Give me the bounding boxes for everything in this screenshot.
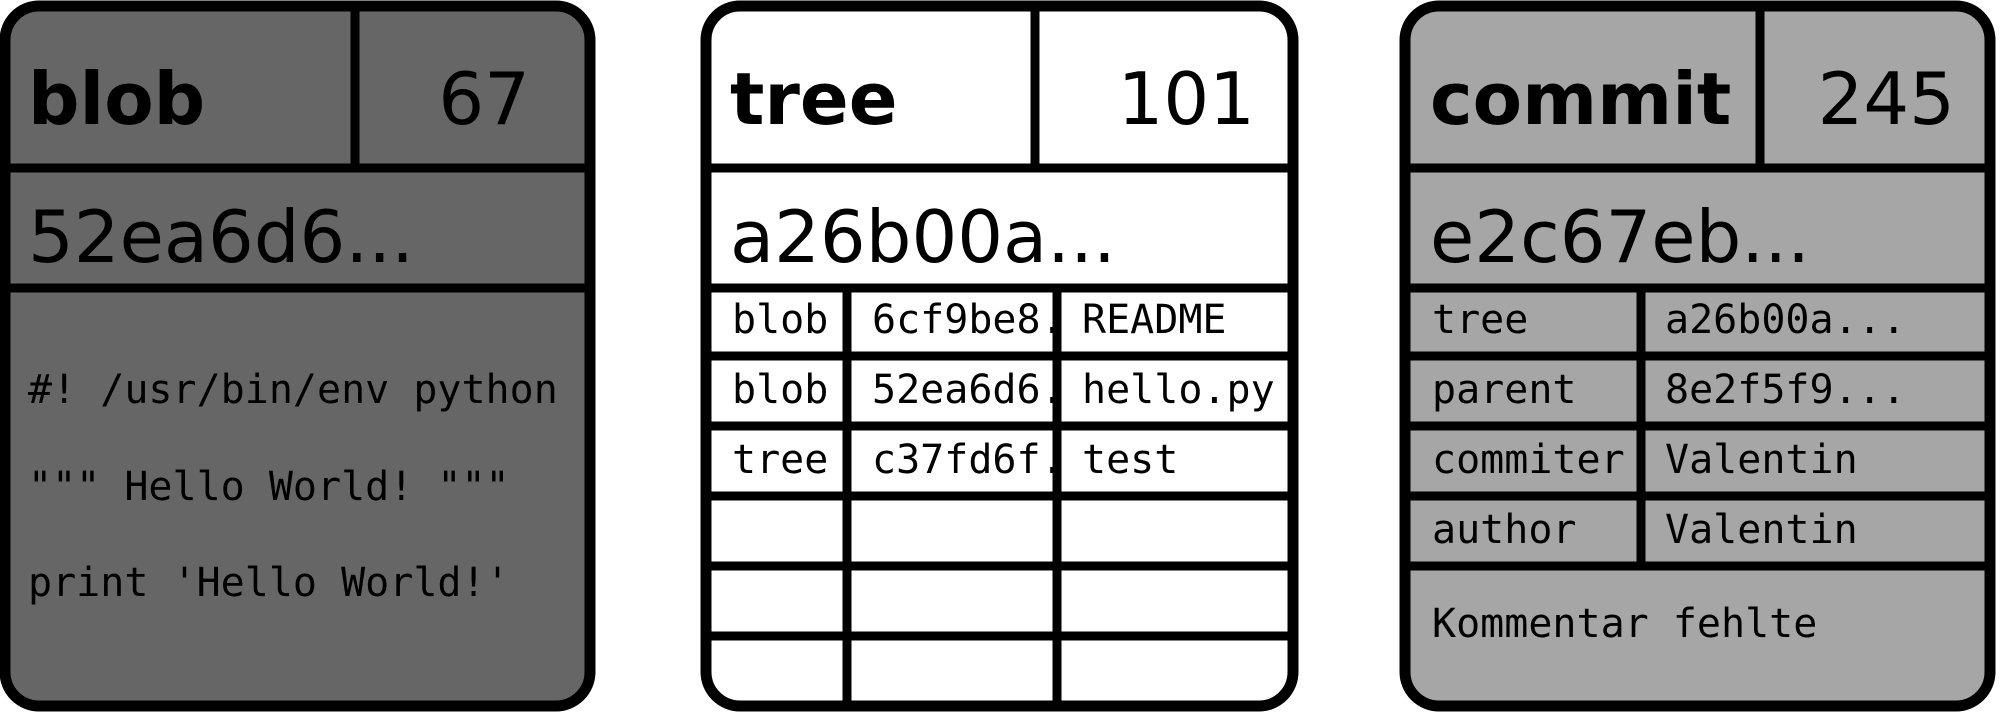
tree-card: tree 101 a26b00a... blob 6cf9be8... READ… bbox=[700, 0, 1299, 712]
commit-field-key: author bbox=[1432, 507, 1577, 553]
tree-size-label: 101 bbox=[1118, 57, 1255, 141]
commit-type-label: commit bbox=[1430, 57, 1731, 141]
git-objects-diagram: blob 67 52ea6d6... #! /usr/bin/env pytho… bbox=[0, 0, 1996, 712]
tree-entry-row: tree c37fd6f... test bbox=[732, 437, 1178, 483]
commit-size-label: 245 bbox=[1818, 57, 1955, 141]
blob-card: blob 67 52ea6d6... #! /usr/bin/env pytho… bbox=[0, 0, 596, 712]
commit-field-key: commiter bbox=[1432, 437, 1625, 483]
blob-type-label: blob bbox=[28, 57, 205, 141]
tree-entry-name: README bbox=[1082, 297, 1227, 343]
commit-field-value: 8e2f5f9... bbox=[1665, 367, 1906, 413]
commit-field-row: parent 8e2f5f9... bbox=[1432, 367, 1906, 413]
blob-hash-label: 52ea6d6... bbox=[28, 195, 414, 279]
tree-entry-name: hello.py bbox=[1082, 367, 1275, 413]
tree-hash-label: a26b00a... bbox=[730, 195, 1116, 279]
tree-entry-row: blob 52ea6d6... hello.py bbox=[732, 367, 1275, 413]
tree-entry-kind: tree bbox=[732, 437, 828, 483]
blob-content-line: print 'Hello World!' bbox=[28, 560, 510, 606]
blob-content-line: """ Hello World! """ bbox=[28, 464, 510, 510]
blob-content-line: #! /usr/bin/env python bbox=[28, 367, 558, 413]
commit-hash-label: e2c67eb... bbox=[1430, 195, 1810, 279]
commit-message: Kommentar fehlte bbox=[1432, 601, 1817, 647]
tree-entry-kind: blob bbox=[732, 367, 828, 413]
tree-entry-kind: blob bbox=[732, 297, 828, 343]
blob-size-label: 67 bbox=[438, 57, 530, 141]
commit-field-value: Valentin bbox=[1665, 507, 1858, 553]
commit-field-row: tree a26b00a... bbox=[1432, 297, 1906, 343]
tree-entry-row: blob 6cf9be8... README bbox=[732, 297, 1227, 343]
commit-field-value: a26b00a... bbox=[1665, 297, 1906, 343]
tree-entry-name: test bbox=[1082, 437, 1178, 483]
commit-field-key: tree bbox=[1432, 297, 1528, 343]
tree-type-label: tree bbox=[730, 57, 898, 141]
commit-card: commit 245 e2c67eb... tree a26b00a... pa… bbox=[1399, 0, 1996, 712]
commit-field-value: Valentin bbox=[1665, 437, 1858, 483]
commit-field-key: parent bbox=[1432, 367, 1577, 413]
